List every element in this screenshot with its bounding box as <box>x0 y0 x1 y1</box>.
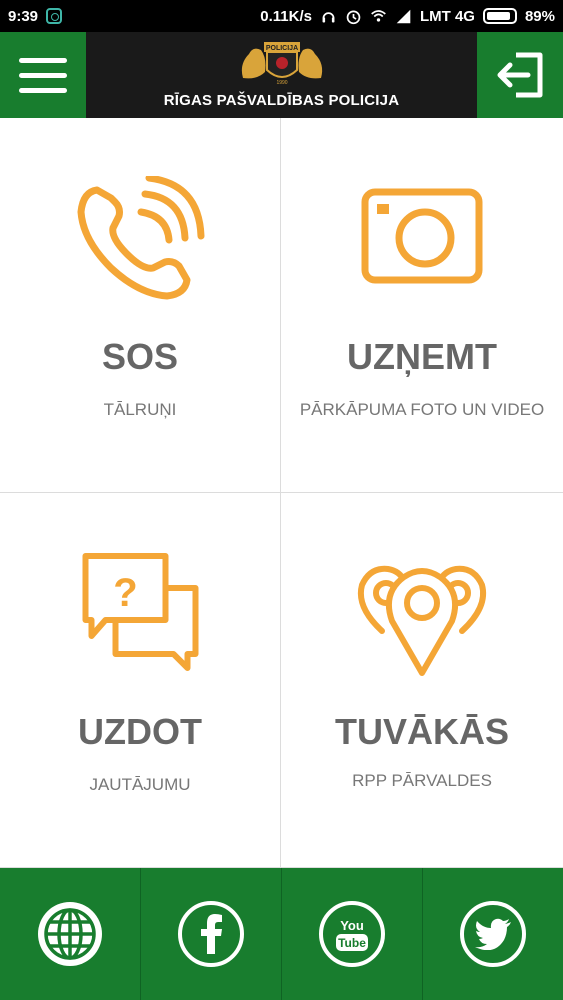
camera-icon <box>361 188 483 284</box>
youtube-icon: You Tube <box>319 901 385 967</box>
status-time: 9:39 <box>8 7 39 25</box>
website-button[interactable] <box>0 868 141 1000</box>
youtube-button[interactable]: You Tube <box>282 868 423 1000</box>
tile-sos[interactable]: SOS TĀLRUŅI <box>0 118 281 493</box>
wifi-icon <box>371 9 386 22</box>
facebook-icon <box>178 901 244 967</box>
svg-text:Tube: Tube <box>338 936 366 950</box>
chat-question-icon: ? <box>82 553 199 671</box>
svg-text:You: You <box>340 918 364 933</box>
logout-button[interactable] <box>477 32 563 118</box>
twitter-icon <box>460 901 526 967</box>
tile-ask[interactable]: ? UZDOT JAUTĀJUMU <box>0 493 281 868</box>
brand: POLICIJA 1990 RĪGAS PAŠVALDĪBAS POLICIJA <box>86 32 477 118</box>
tile-capture[interactable]: UZŅEMT PĀRKĀPUMA FOTO UN VIDEO <box>281 118 563 493</box>
tile-title: TUVĀKĀS <box>334 711 509 752</box>
carrier-label: LMT 4G <box>419 7 475 25</box>
svg-text:?: ? <box>113 571 137 615</box>
main-tiles: SOS TĀLRUŅI UZŅEMT PĀRKĀPUMA FOTO UN VID… <box>0 118 563 868</box>
tile-subtitle: PĀRKĀPUMA FOTO UN VIDEO <box>299 400 545 419</box>
logout-icon <box>497 52 543 98</box>
facebook-button[interactable] <box>141 868 282 1000</box>
police-crest-logo: POLICIJA 1990 <box>241 42 322 86</box>
svg-text:1990: 1990 <box>276 80 287 86</box>
twitter-button[interactable] <box>423 868 563 1000</box>
menu-button[interactable] <box>0 32 86 118</box>
svg-text:POLICIJA: POLICIJA <box>265 45 297 52</box>
app-title: RĪGAS PAŠVALDĪBAS POLICIJA <box>163 92 400 109</box>
status-bar: 9:39 0.11K/s LMT 4G 89% <box>0 0 563 32</box>
signal-icon <box>396 9 411 23</box>
tile-title: SOS <box>101 336 179 377</box>
tile-title: UZDOT <box>78 711 202 752</box>
tile-subtitle: JAUTĀJUMU <box>89 775 191 794</box>
globe-icon <box>38 902 102 966</box>
app-header: POLICIJA 1990 RĪGAS PAŠVALDĪBAS POLICIJA <box>0 32 563 118</box>
phone-icon <box>77 176 205 300</box>
location-pins-icon <box>358 565 486 676</box>
app-notification-icon <box>46 8 63 24</box>
tile-subtitle: TĀLRUŅI <box>103 400 177 419</box>
headset-icon <box>322 11 335 22</box>
alarm-icon <box>346 10 361 24</box>
hamburger-icon <box>19 57 67 63</box>
social-footer: You Tube <box>0 868 563 1000</box>
battery-percent: 89% <box>524 7 555 25</box>
network-speed: 0.11K/s <box>260 7 312 25</box>
tile-nearest[interactable]: TUVĀKĀS RPP PĀRVALDES <box>281 493 563 868</box>
tile-title: UZŅEMT <box>347 336 497 377</box>
tile-subtitle: RPP PĀRVALDES <box>352 771 492 790</box>
battery-icon <box>482 8 517 24</box>
